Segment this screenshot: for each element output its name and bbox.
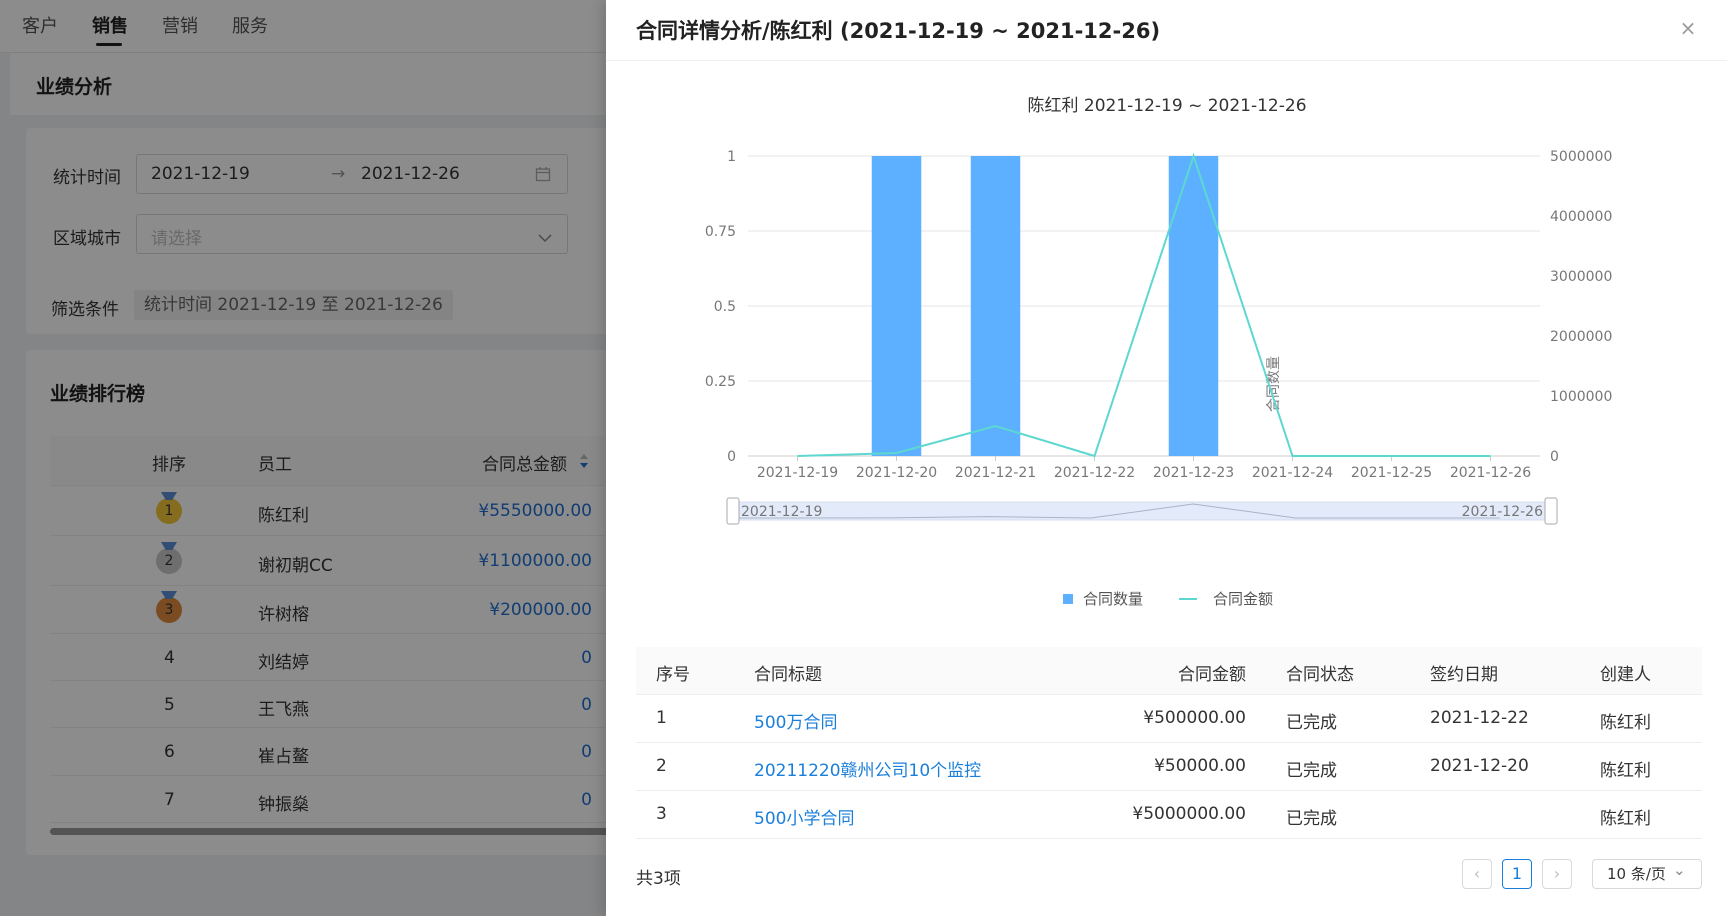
contract-amount: ¥5000000.00: [1132, 804, 1246, 824]
contract-table-header: 序号 合同标题 合同金额 合同状态 签约日期 创建人: [636, 647, 1702, 695]
contract-title-link[interactable]: 20211220赣州公司10个监控: [754, 756, 981, 781]
bar-2021-12-23: [1168, 156, 1219, 456]
contract-amount: ¥500000.00: [1143, 708, 1246, 728]
x-tick-label: 2021-12-23: [1153, 465, 1234, 481]
chart-title: 陈红利 2021-12-19 ~ 2021-12-26: [1027, 96, 1306, 116]
contract-sign-date: 2021-12-22: [1430, 708, 1529, 728]
contract-creator: 陈红利: [1600, 809, 1651, 829]
contract-status: 已完成: [1286, 809, 1337, 829]
contract-chart: 陈红利 2021-12-19 ~ 2021-12-26 0 0.25 0.5 0.75 1…: [705, 96, 1613, 608]
bar-2021-12-20: [871, 156, 922, 456]
page-size-select[interactable]: 10 条/页 ⌄: [1592, 859, 1702, 889]
header-status: 合同状态: [1286, 665, 1354, 685]
contract-title-link[interactable]: 500万合同: [754, 708, 837, 733]
page-size-value: 10 条/页: [1607, 865, 1666, 883]
contract-index: 1: [656, 708, 667, 728]
y-right-tick-label: 0: [1550, 449, 1559, 465]
y-right-tick-label: 5000000: [1550, 149, 1612, 165]
legend-swatch-bar: [1063, 594, 1073, 604]
close-icon[interactable]: ×: [1674, 14, 1702, 42]
contract-title-link[interactable]: 500小学合同: [754, 804, 854, 829]
y-left-tick-label: 0.25: [705, 374, 736, 390]
header-title: 合同标题: [754, 665, 822, 685]
contract-row: 1 500万合同 ¥500000.00 已完成 2021-12-22 陈红利: [636, 695, 1702, 743]
x-tick-label: 2021-12-21: [955, 465, 1036, 481]
legend-label-count: 合同数量: [1083, 590, 1143, 608]
chevron-down-icon: ⌄: [1673, 861, 1686, 879]
contract-amount: ¥50000.00: [1154, 756, 1246, 776]
zoom-handle-left: [726, 497, 740, 525]
y-left-tick-label: 0: [727, 449, 736, 465]
y-left-tick-label: 1: [727, 149, 736, 165]
y-right-tick-label: 2000000: [1550, 329, 1612, 345]
zoom-end-label: 2021-12-26: [1462, 504, 1543, 520]
total-count: 共3项: [636, 869, 681, 889]
header-sign-date: 签约日期: [1430, 665, 1498, 685]
page-1-button[interactable]: 1: [1502, 859, 1532, 889]
header-contract-amount: 合同金额: [1178, 665, 1246, 685]
contract-detail-drawer: 合同详情分析/陈红利 (2021-12-19 ~ 2021-12-26) × 陈…: [606, 0, 1727, 916]
y-left-tick-label: 0.5: [714, 299, 736, 315]
contract-sign-date: 2021-12-20: [1430, 756, 1529, 776]
legend-label-amount: 合同金额: [1213, 590, 1273, 608]
x-tick-label: 2021-12-22: [1054, 465, 1135, 481]
contract-index: 3: [656, 804, 667, 824]
x-tick-label: 2021-12-20: [856, 465, 937, 481]
contract-status: 已完成: [1286, 713, 1337, 733]
x-tick-label: 2021-12-26: [1450, 465, 1531, 481]
y-left-tick-label: 0.75: [705, 224, 736, 240]
y-right-tick-label: 3000000: [1550, 269, 1612, 285]
contract-creator: 陈红利: [1600, 713, 1651, 733]
zoom-handle-right: [1544, 497, 1558, 525]
x-tick-label: 2021-12-24: [1252, 465, 1333, 481]
zoom-start-label: 2021-12-19: [741, 504, 822, 520]
drawer-title: 合同详情分析/陈红利 (2021-12-19 ~ 2021-12-26): [636, 19, 1161, 43]
header-creator: 创建人: [1600, 665, 1651, 685]
contract-index: 2: [656, 756, 667, 776]
contract-status: 已完成: [1286, 761, 1337, 781]
next-page-icon[interactable]: ›: [1542, 859, 1572, 889]
y-right-tick-label: 1000000: [1550, 389, 1612, 405]
prev-page-icon[interactable]: ‹: [1462, 859, 1492, 889]
bar-2021-12-21: [970, 156, 1021, 456]
drawer-header: 合同详情分析/陈红利 (2021-12-19 ~ 2021-12-26) ×: [606, 0, 1727, 61]
header-index: 序号: [656, 665, 690, 685]
contract-row: 2 20211220赣州公司10个监控 ¥50000.00 已完成 2021-12-20…: [636, 743, 1702, 791]
x-tick-label: 2021-12-19: [757, 465, 838, 481]
x-tick-label: 2021-12-25: [1351, 465, 1432, 481]
contract-creator: 陈红利: [1600, 761, 1651, 781]
contract-row: 3 500小学合同 ¥5000000.00 已完成 陈红利: [636, 791, 1702, 839]
y-right-tick-label: 4000000: [1550, 209, 1612, 225]
